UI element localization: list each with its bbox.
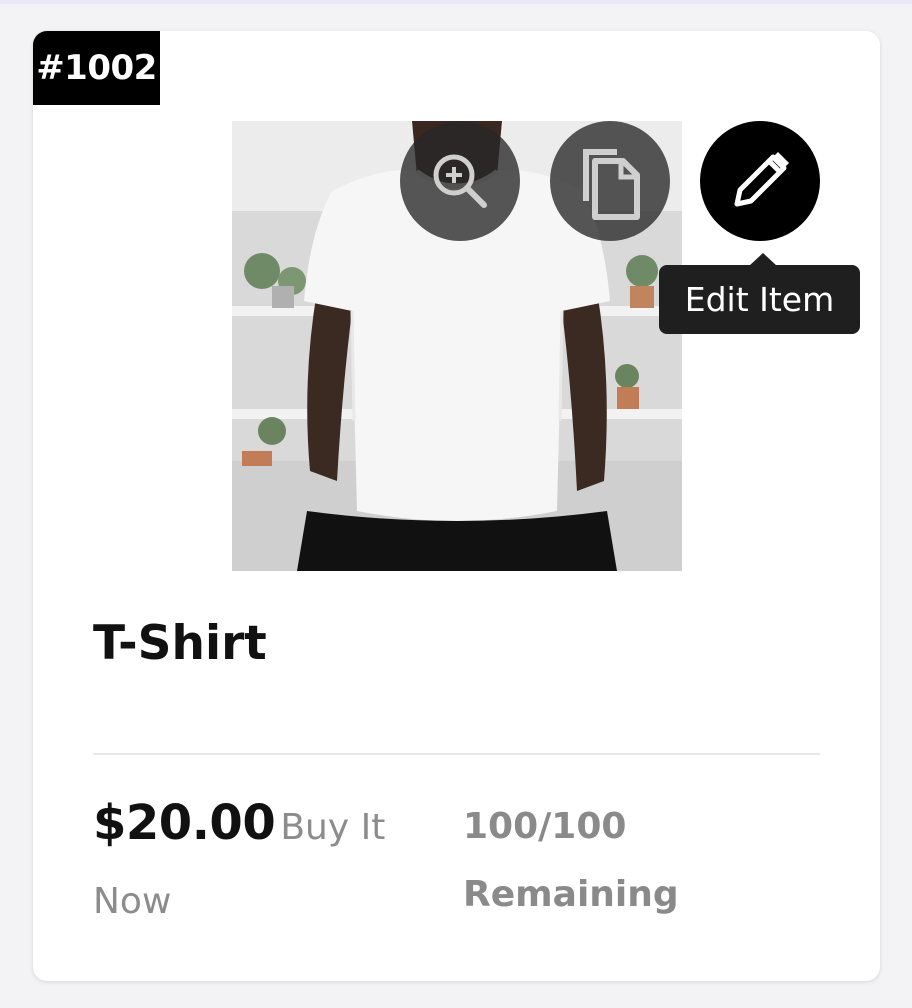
item-id-badge: #1002 xyxy=(33,31,160,105)
item-title: T-Shirt xyxy=(93,616,267,671)
edit-button[interactable] xyxy=(700,121,820,241)
item-price: $20.00 xyxy=(93,795,276,851)
price-block: $20.00 Buy It Now xyxy=(93,789,393,942)
top-edge xyxy=(0,0,912,4)
copy-icon xyxy=(583,149,640,220)
stock-count: 100/100 xyxy=(463,806,627,847)
edit-tooltip: Edit Item xyxy=(659,253,860,334)
item-card[interactable]: #1002 Edit Item T-Shirt $20.00 Buy It No… xyxy=(33,31,880,981)
duplicate-button[interactable] xyxy=(550,121,670,241)
stock-block: 100/100 Remaining xyxy=(463,793,679,929)
zoom-button[interactable] xyxy=(400,121,520,241)
pencil-icon xyxy=(734,152,789,207)
divider xyxy=(93,753,820,755)
zoom-in-icon xyxy=(433,154,487,208)
stock-label: Remaining xyxy=(463,874,679,915)
